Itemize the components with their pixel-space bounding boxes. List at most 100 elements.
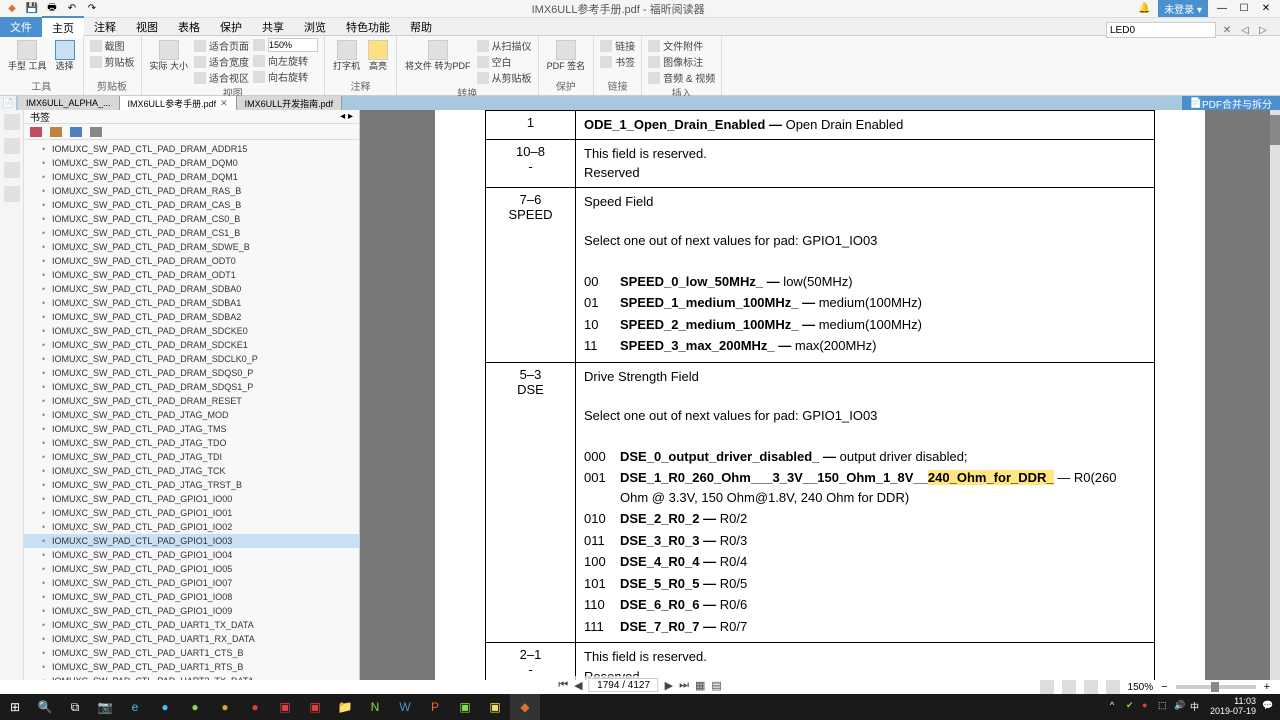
bookmark-tree[interactable]: IOMUXC_SW_PAD_CTL_PAD_DRAM_ADDR15IOMUXC_… <box>24 140 359 680</box>
bookmark-item[interactable]: IOMUXC_SW_PAD_CTL_PAD_DRAM_DQM1 <box>24 170 359 184</box>
tray-ime-icon[interactable]: 中 <box>1190 700 1204 714</box>
clipboard-button[interactable]: 剪贴板 <box>90 54 135 69</box>
menu-comment[interactable]: 注释 <box>84 17 126 37</box>
bookmark-button[interactable]: 书签 <box>600 54 635 69</box>
page-mode-icon[interactable]: ▦ <box>695 679 705 692</box>
fit-visible-button[interactable]: 适合视区 <box>194 70 249 85</box>
tray-vol-icon[interactable]: 🔊 <box>1174 700 1188 714</box>
bookmark-item[interactable]: IOMUXC_SW_PAD_CTL_PAD_DRAM_CS1_B <box>24 226 359 240</box>
bookmark-item[interactable]: IOMUXC_SW_PAD_CTL_PAD_UART1_RX_DATA <box>24 632 359 646</box>
bookmark-item[interactable]: IOMUXC_SW_PAD_CTL_PAD_GPIO1_IO00 <box>24 492 359 506</box>
page-mode2-icon[interactable]: ▤ <box>711 679 721 692</box>
rotate-right-button[interactable]: 向右旋转 <box>253 69 318 84</box>
bookmark-item[interactable]: IOMUXC_SW_PAD_CTL_PAD_DRAM_SDCKE1 <box>24 338 359 352</box>
tab-close-icon[interactable]: ✕ <box>220 98 228 109</box>
prev-page-icon[interactable]: ◀ <box>574 679 582 692</box>
edge-app[interactable]: e <box>120 694 150 720</box>
actual-size-button[interactable]: 实际 大小 <box>148 38 191 74</box>
view-mode3-icon[interactable] <box>1084 680 1098 694</box>
page-input[interactable] <box>589 678 659 692</box>
hand-tool-button[interactable]: 手型 工具 <box>6 38 49 74</box>
tab-3[interactable]: IMX6ULL开发指南.pdf <box>237 96 343 110</box>
rotate-left-button[interactable]: 向左旋转 <box>253 53 318 68</box>
bookmark-item[interactable]: IOMUXC_SW_PAD_CTL_PAD_GPIO1_IO08 <box>24 590 359 604</box>
task-view-button[interactable]: ⧉ <box>60 694 90 720</box>
viewer-scrollbar[interactable] <box>1270 110 1280 680</box>
select-tool-button[interactable]: 选择 <box>53 38 77 74</box>
highlight-button[interactable]: 高亮 <box>366 38 390 74</box>
tab-2[interactable]: IMX6ULL参考手册.pdf✕ <box>120 96 237 110</box>
save-icon[interactable]: 💾 <box>24 1 40 17</box>
bookmark-item[interactable]: IOMUXC_SW_PAD_CTL_PAD_GPIO1_IO02 <box>24 520 359 534</box>
bookmark-item[interactable]: IOMUXC_SW_PAD_CTL_PAD_GPIO1_IO03 <box>24 534 359 548</box>
tray-sync-icon[interactable]: ✔ <box>1126 700 1140 714</box>
flag-blue-icon[interactable] <box>70 127 82 137</box>
app-1[interactable]: ● <box>150 694 180 720</box>
view-mode2-icon[interactable] <box>1062 680 1076 694</box>
bookmark-item[interactable]: IOMUXC_SW_PAD_CTL_PAD_JTAG_MOD <box>24 408 359 422</box>
attach-button[interactable]: 文件附件 <box>648 38 715 53</box>
menu-protect[interactable]: 保护 <box>210 17 252 37</box>
bookmark-item[interactable]: IOMUXC_SW_PAD_CTL_PAD_UART1_CTS_B <box>24 646 359 660</box>
convert-button[interactable]: 将文件 转为PDF <box>403 38 473 74</box>
doc-list-icon[interactable]: 📄 <box>0 96 16 110</box>
flag-gray-icon[interactable] <box>90 127 102 137</box>
menu-table[interactable]: 表格 <box>168 17 210 37</box>
foxit-app[interactable]: ◆ <box>510 694 540 720</box>
start-button[interactable]: ⊞ <box>0 694 30 720</box>
bookmark-item[interactable]: IOMUXC_SW_PAD_CTL_PAD_DRAM_ODT1 <box>24 268 359 282</box>
app-3[interactable]: ● <box>210 694 240 720</box>
zoom-slider[interactable] <box>1176 685 1256 689</box>
bookmark-item[interactable]: IOMUXC_SW_PAD_CTL_PAD_JTAG_TRST_B <box>24 478 359 492</box>
document-viewer[interactable]: 1ODE_1_Open_Drain_Enabled — Open Drain E… <box>360 110 1280 680</box>
image-note-button[interactable]: 图像标注 <box>648 54 715 69</box>
menu-view[interactable]: 视图 <box>126 17 168 37</box>
search-next-icon[interactable]: ▷ <box>1256 23 1270 37</box>
bookmark-item[interactable]: IOMUXC_SW_PAD_CTL_PAD_DRAM_SDQS1_P <box>24 380 359 394</box>
bookmark-item[interactable]: IOMUXC_SW_PAD_CTL_PAD_DRAM_ODT0 <box>24 254 359 268</box>
bookmark-item[interactable]: IOMUXC_SW_PAD_CTL_PAD_JTAG_TMS <box>24 422 359 436</box>
bell-icon[interactable]: 🔔 <box>1136 0 1152 16</box>
last-page-icon[interactable]: ⏭ <box>679 679 689 692</box>
sign-button[interactable]: PDF 签名 <box>545 38 588 74</box>
view-mode4-icon[interactable] <box>1106 680 1120 694</box>
camera-app[interactable]: 📷 <box>90 694 120 720</box>
bookmark-item[interactable]: IOMUXC_SW_PAD_CTL_PAD_DRAM_SDBA2 <box>24 310 359 324</box>
close-icon[interactable]: ✕ <box>1258 0 1274 16</box>
bookmark-item[interactable]: IOMUXC_SW_PAD_CTL_PAD_DRAM_SDQS0_P <box>24 366 359 380</box>
bookmark-item[interactable]: IOMUXC_SW_PAD_CTL_PAD_DRAM_CAS_B <box>24 198 359 212</box>
bookmark-item[interactable]: IOMUXC_SW_PAD_CTL_PAD_UART1_TX_DATA <box>24 618 359 632</box>
zoom-combo[interactable] <box>253 38 318 52</box>
bookmark-item[interactable]: IOMUXC_SW_PAD_CTL_PAD_DRAM_SDBA1 <box>24 296 359 310</box>
zoom-in-icon[interactable]: + <box>1264 681 1270 693</box>
bookmark-item[interactable]: IOMUXC_SW_PAD_CTL_PAD_UART2_TX_DATA <box>24 674 359 680</box>
bookmark-item[interactable]: IOMUXC_SW_PAD_CTL_PAD_GPIO1_IO01 <box>24 506 359 520</box>
fit-width-button[interactable]: 适合宽度 <box>194 54 249 69</box>
bookmark-item[interactable]: IOMUXC_SW_PAD_CTL_PAD_JTAG_TDI <box>24 450 359 464</box>
maximize-icon[interactable]: ☐ <box>1236 0 1252 16</box>
bookmark-item[interactable]: IOMUXC_SW_PAD_CTL_PAD_DRAM_SDCLK0_P <box>24 352 359 366</box>
powerpoint-app[interactable]: P <box>420 694 450 720</box>
menu-file[interactable]: 文件 <box>0 17 42 37</box>
bookmark-item[interactable]: IOMUXC_SW_PAD_CTL_PAD_GPIO1_IO04 <box>24 548 359 562</box>
word-app[interactable]: W <box>390 694 420 720</box>
search-clear-icon[interactable]: ✕ <box>1220 23 1234 37</box>
tray-temp-icon[interactable]: ● <box>1142 700 1156 714</box>
print-icon[interactable]: 🖶 <box>44 1 60 17</box>
from-clipboard-button[interactable]: 从剪贴板 <box>477 70 532 85</box>
bookmark-item[interactable]: IOMUXC_SW_PAD_CTL_PAD_JTAG_TCK <box>24 464 359 478</box>
side-attachments-icon[interactable] <box>4 162 20 178</box>
tray-up-icon[interactable]: ^ <box>1110 700 1124 714</box>
side-comments-icon[interactable] <box>4 186 20 202</box>
zoom-out-icon[interactable]: − <box>1161 681 1167 693</box>
typewriter-button[interactable]: 打字机 <box>331 38 362 74</box>
side-bookmarks-icon[interactable] <box>4 138 20 154</box>
from-scanner-button[interactable]: 从扫描仪 <box>477 38 532 53</box>
bookmark-item[interactable]: IOMUXC_SW_PAD_CTL_PAD_DRAM_SDWE_B <box>24 240 359 254</box>
menu-home[interactable]: 主页 <box>42 16 84 38</box>
next-page-icon[interactable]: ▶ <box>665 679 673 692</box>
tab-1[interactable]: IMX6ULL_ALPHA_... <box>18 96 120 110</box>
bookmark-item[interactable]: IOMUXC_SW_PAD_CTL_PAD_GPIO1_IO07 <box>24 576 359 590</box>
bookmark-item[interactable]: IOMUXC_SW_PAD_CTL_PAD_GPIO1_IO09 <box>24 604 359 618</box>
app-7[interactable]: ▣ <box>450 694 480 720</box>
